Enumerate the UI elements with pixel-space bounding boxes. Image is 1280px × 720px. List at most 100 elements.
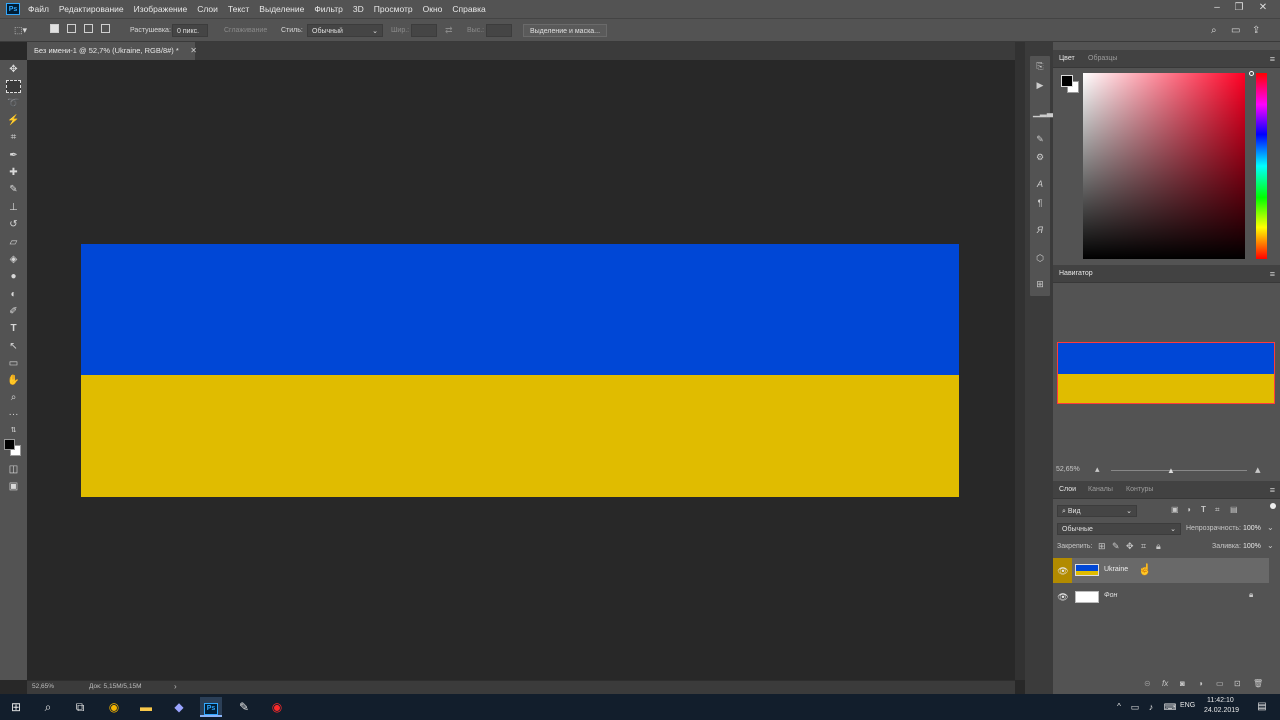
swap-colors-icon[interactable]: ⇅ <box>6 424 21 437</box>
hue-slider[interactable] <box>1256 73 1267 259</box>
workspace-icon[interactable]: ▭ <box>1231 24 1240 37</box>
magic-wand-tool-icon[interactable]: ⚡ <box>6 114 21 127</box>
glyphs-icon[interactable]: Я <box>1033 224 1047 236</box>
intersect-selection-icon[interactable] <box>101 24 110 37</box>
panel-menu-icon[interactable]: ≡ <box>1270 50 1275 68</box>
eyedropper-tool-icon[interactable]: ✒ <box>6 149 21 162</box>
new-group-icon[interactable]: ▭ <box>1216 679 1224 688</box>
history-brush-tool-icon[interactable]: ↺ <box>6 218 21 231</box>
menu-view[interactable]: Просмотр <box>374 4 413 14</box>
pen-tool-icon[interactable]: ✐ <box>6 305 21 318</box>
app-icon[interactable]: ✎ <box>234 698 254 716</box>
select-and-mask-button[interactable]: Выделение и маска... <box>523 24 607 37</box>
add-selection-icon[interactable] <box>67 24 76 37</box>
search-icon[interactable]: ⌕ <box>1211 24 1217 37</box>
new-selection-icon[interactable] <box>50 24 59 37</box>
clone-stamp-tool-icon[interactable]: ⊥ <box>6 201 21 214</box>
more-tools-icon[interactable]: ··· <box>6 408 21 421</box>
rect-marquee-tool-icon[interactable] <box>6 80 21 93</box>
3d-icon[interactable]: ⬡ <box>1033 252 1047 264</box>
screen-mode-icon[interactable]: ▣ <box>6 480 21 493</box>
filter-adjustment-icon[interactable]: ◑ <box>1186 505 1191 514</box>
zoom-tool-icon[interactable]: ⌕ <box>6 391 21 404</box>
properties-icon[interactable]: ⊞ <box>1033 278 1047 290</box>
zoom-out-icon[interactable]: ▴ <box>1095 464 1100 475</box>
clock-date[interactable]: 24.02.2019 <box>1204 707 1239 714</box>
lock-position-icon[interactable]: ✥ <box>1126 541 1134 552</box>
zoom-in-icon[interactable]: ▴ <box>1255 463 1261 476</box>
new-layer-icon[interactable]: ⊡ <box>1234 679 1241 688</box>
layer-name-ukraine[interactable]: Ukraine <box>1104 566 1128 573</box>
search-icon[interactable]: ⌕ <box>38 698 58 716</box>
dodge-tool-icon[interactable]: ● <box>6 270 21 283</box>
layer-name-background[interactable]: Фон <box>1104 592 1117 599</box>
tab-channels[interactable]: Каналы <box>1088 481 1113 499</box>
tor-browser-icon[interactable]: ◆ <box>169 698 189 716</box>
status-menu-icon[interactable]: › <box>174 680 177 694</box>
filter-pixel-icon[interactable]: ▣ <box>1171 505 1179 514</box>
minimize-icon[interactable]: – <box>1210 2 1224 14</box>
marquee-tool-preset-icon[interactable]: ⬚▾ <box>14 24 27 37</box>
antialias-checkbox[interactable]: Сглаживание <box>224 24 267 37</box>
menu-file[interactable]: Файл <box>28 4 49 14</box>
filter-toggle-icon[interactable] <box>1270 503 1276 509</box>
color-picker-field[interactable] <box>1083 73 1245 259</box>
navigator-zoom-value[interactable]: 52,65% <box>1056 466 1080 473</box>
crop-tool-icon[interactable]: ⌗ <box>6 131 21 144</box>
layer-filter-select[interactable]: ⌕ Вид ⌄ <box>1057 505 1137 517</box>
tab-paths[interactable]: Контуры <box>1126 481 1153 499</box>
clock-time[interactable]: 11:42:10 <box>1207 697 1234 704</box>
recorder-icon[interactable]: ◉ <box>267 698 287 716</box>
volume-icon[interactable]: ♪ <box>1141 698 1161 716</box>
lock-all-icon[interactable]: 🔒︎ <box>1156 541 1161 552</box>
chevron-down-icon[interactable]: ⌄ <box>1267 541 1274 550</box>
vertical-scrollbar[interactable] <box>1015 42 1025 680</box>
filter-type-icon[interactable]: T <box>1201 505 1206 514</box>
menu-window[interactable]: Окно <box>423 4 443 14</box>
eye-icon[interactable]: 👁︎ <box>1056 564 1070 578</box>
quick-mask-icon[interactable]: ◫ <box>6 463 21 476</box>
zoom-slider-thumb-icon[interactable]: ▲ <box>1167 466 1175 475</box>
healing-brush-tool-icon[interactable]: ✚ <box>6 166 21 179</box>
rectangle-tool-icon[interactable]: ▭ <box>6 357 21 370</box>
fx-icon[interactable]: fx <box>1162 679 1168 688</box>
lock-pixels-icon[interactable]: ✎ <box>1112 541 1120 552</box>
actions-icon[interactable]: ▶ <box>1033 79 1047 91</box>
menu-edit[interactable]: Редактирование <box>59 4 124 14</box>
menu-text[interactable]: Текст <box>228 4 249 14</box>
foreground-color-swatch-panel[interactable] <box>1061 75 1073 87</box>
filter-smart-icon[interactable]: ▤ <box>1230 505 1238 514</box>
photoshop-taskbar-button[interactable]: Ps <box>200 697 222 717</box>
path-selection-tool-icon[interactable]: ↖ <box>6 340 21 353</box>
history-icon[interactable]: ⎘ <box>1033 60 1047 72</box>
tab-layers[interactable]: Слои <box>1059 481 1076 499</box>
style-select[interactable]: Обычный ⌄ <box>307 24 383 37</box>
close-tab-icon[interactable]: ✕ <box>190 42 197 60</box>
chevron-down-icon[interactable]: ⌄ <box>1267 523 1274 532</box>
lock-artboard-icon[interactable]: ⌗ <box>1141 541 1146 552</box>
eye-icon[interactable]: 👁︎ <box>1056 590 1070 604</box>
delete-layer-icon[interactable]: 🗑︎ <box>1253 679 1263 688</box>
close-icon[interactable]: ✕ <box>1256 2 1270 14</box>
tab-color[interactable]: Цвет <box>1059 50 1075 68</box>
move-tool-icon[interactable]: ✥ <box>6 63 21 76</box>
zoom-slider-track[interactable] <box>1111 470 1247 471</box>
hand-tool-icon[interactable]: ✋ <box>6 374 21 387</box>
lasso-tool-icon[interactable]: ➰ <box>6 97 21 110</box>
character-icon[interactable]: A <box>1033 178 1047 190</box>
file-explorer-icon[interactable]: ▬ <box>136 698 156 716</box>
foreground-color-swatch[interactable] <box>4 439 15 450</box>
lock-transparent-icon[interactable]: ⊞ <box>1098 541 1106 552</box>
brush-tool-icon[interactable]: ✎ <box>6 183 21 196</box>
eraser-tool-icon[interactable]: ▱ <box>6 236 21 249</box>
histogram-icon[interactable]: ▁▂▃ <box>1033 106 1054 118</box>
tab-navigator[interactable]: Навигатор <box>1059 265 1093 283</box>
add-mask-icon[interactable]: ◙ <box>1180 679 1185 688</box>
restore-icon[interactable]: ❐ <box>1232 2 1246 14</box>
zoom-status[interactable]: 52,65% <box>32 680 54 694</box>
document-canvas[interactable] <box>81 244 959 497</box>
navigator-preview[interactable] <box>1057 342 1275 404</box>
adjustment-layer-icon[interactable]: ◑ <box>1198 679 1203 688</box>
menu-help[interactable]: Справка <box>452 4 485 14</box>
panel-menu-icon[interactable]: ≡ <box>1270 265 1275 283</box>
